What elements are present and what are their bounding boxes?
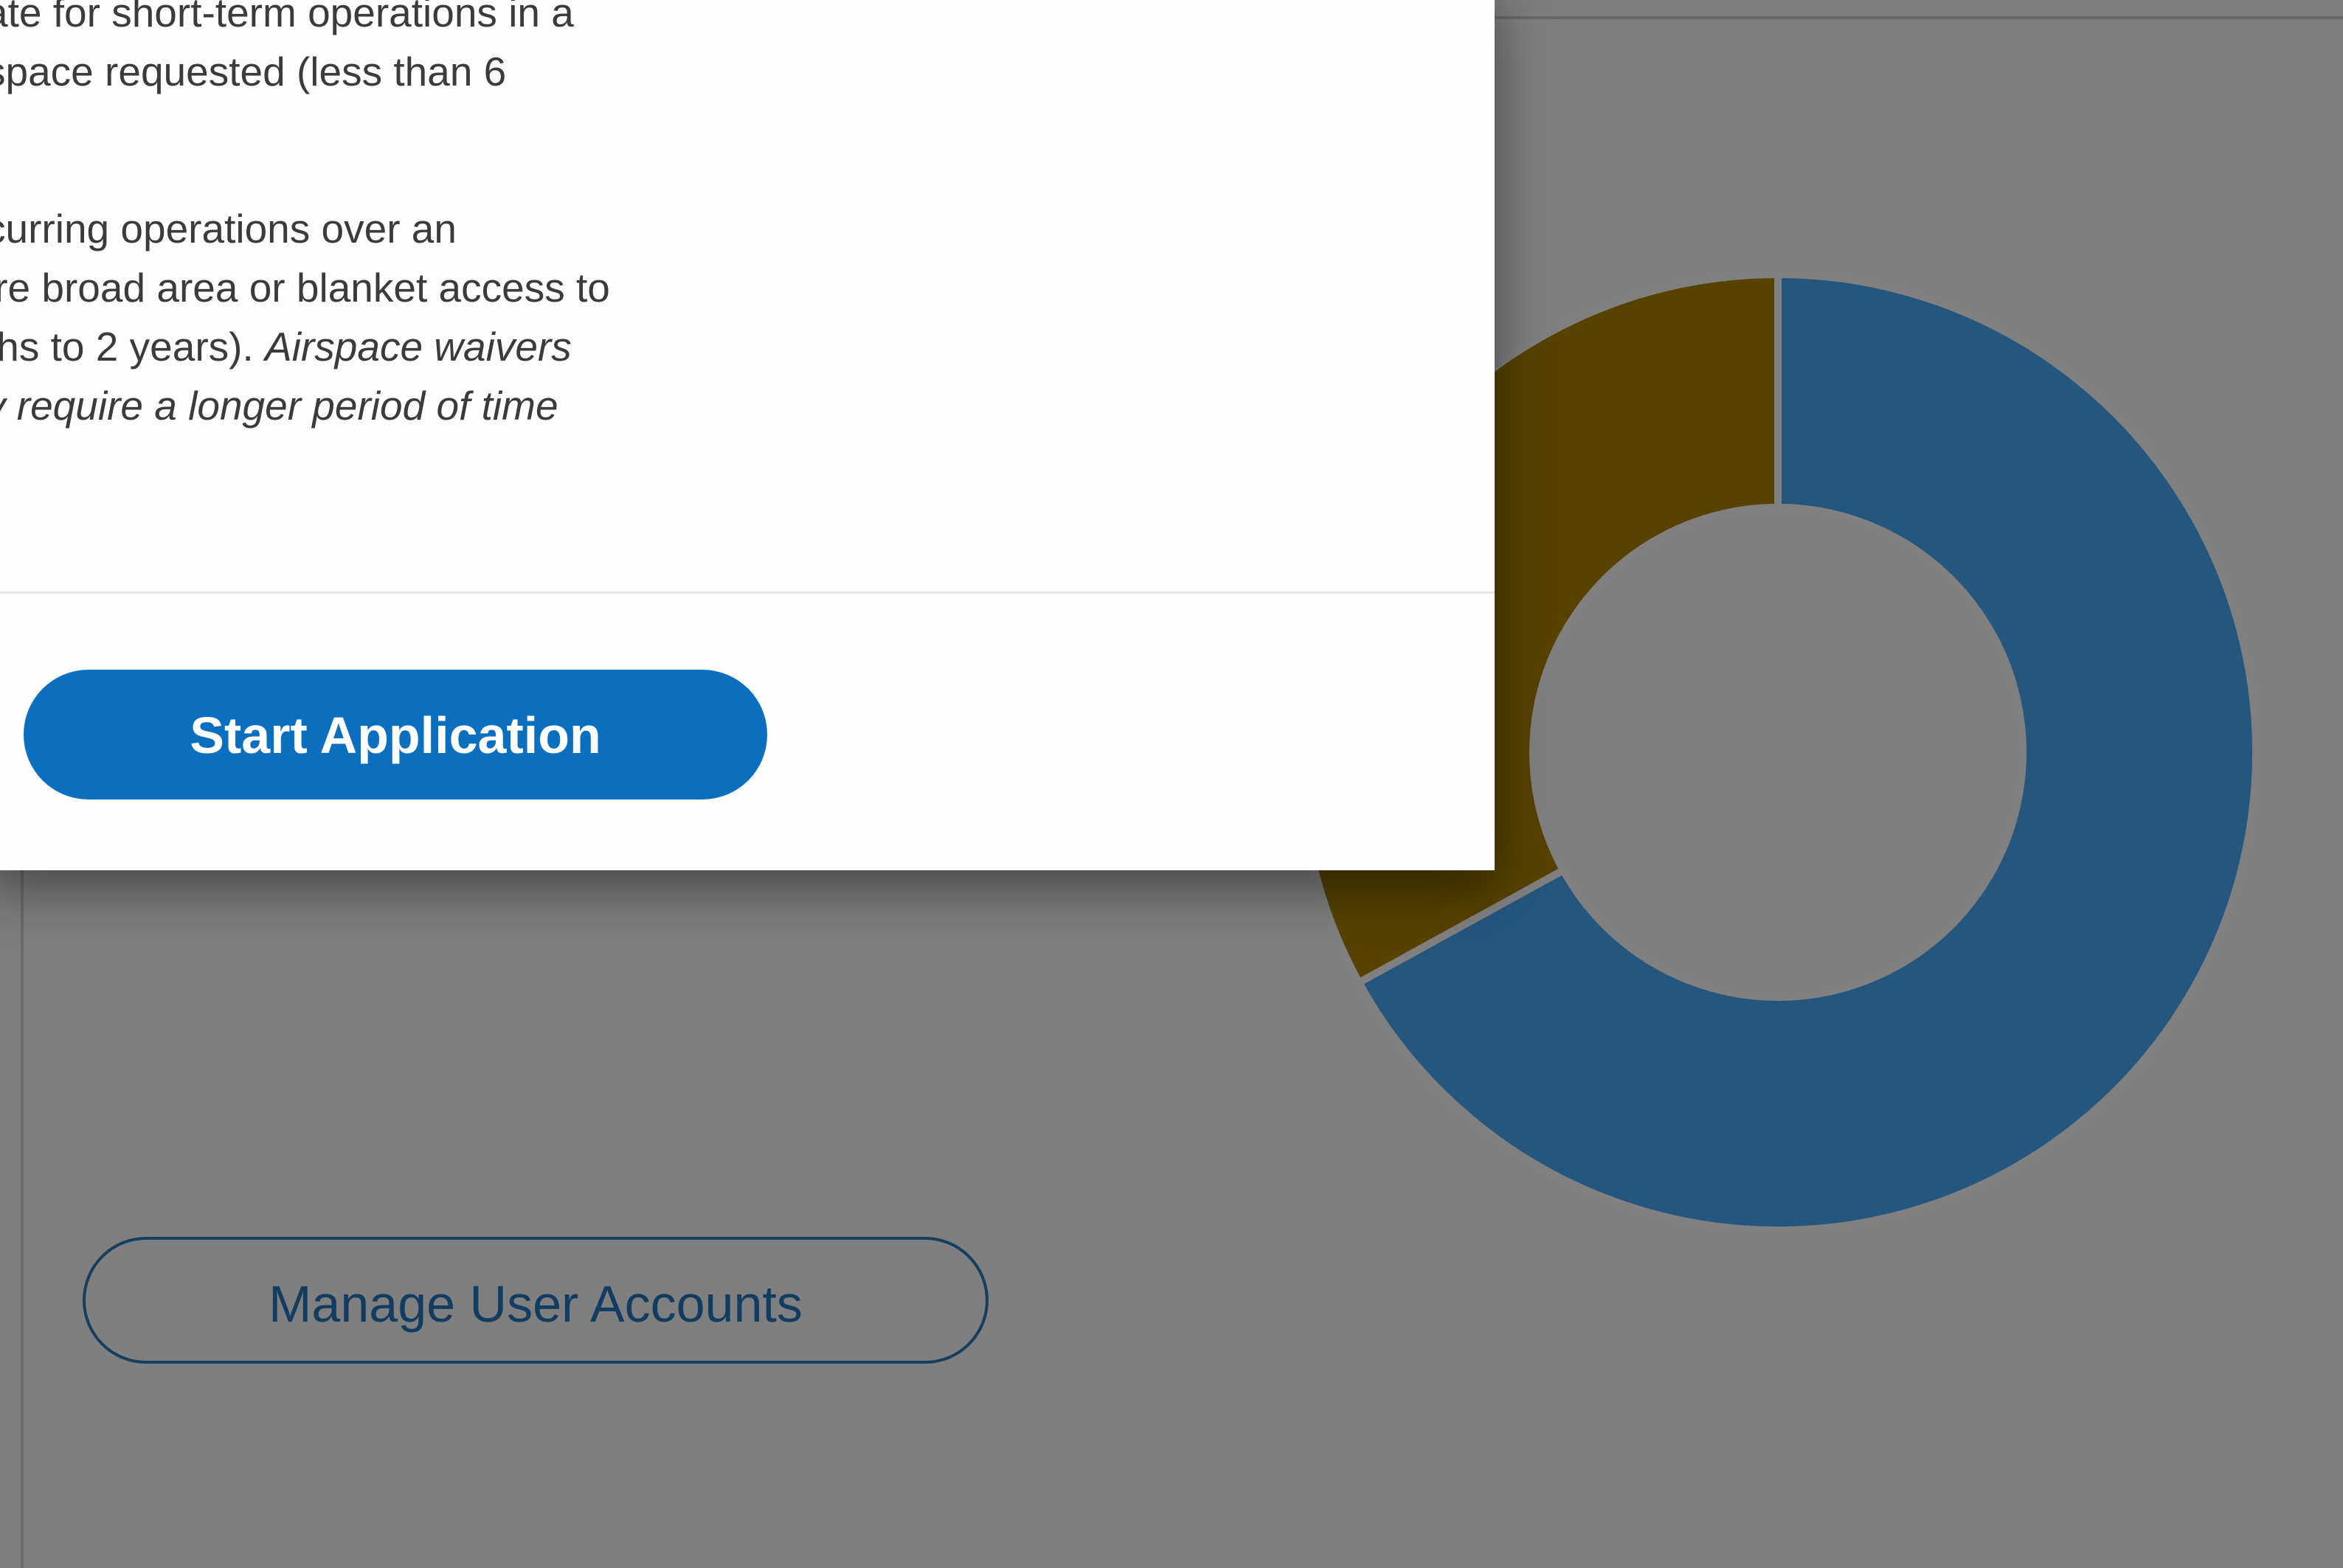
description-line: curring operations over an: [0, 206, 457, 251]
short-term-description: ate for short-term operations in a space…: [0, 0, 574, 101]
description-text: ths to 2 years).: [0, 324, 266, 370]
modal-body: ate for short-term operations in a space…: [0, 0, 1495, 592]
waiver-note: Airspace waivers: [265, 324, 572, 370]
description-line: ate for short-term operations in a: [0, 0, 574, 35]
description-line: space requested (less than 6: [0, 49, 507, 94]
description-line: ths to 2 years). Airspace waivers: [0, 317, 610, 376]
start-application-button[interactable]: Start Application: [24, 670, 767, 799]
application-modal: ate for short-term operations in a space…: [0, 0, 1495, 870]
recurring-description: curring operations over an ire broad are…: [0, 199, 610, 435]
description-line: y require a longer period of time: [0, 376, 610, 435]
donut-hole: [1536, 510, 2020, 994]
modal-footer-divider: [0, 592, 1495, 594]
description-line: ire broad area or blanket access to: [0, 265, 610, 311]
waiver-note: y require a longer period of time: [0, 383, 558, 429]
manage-user-accounts-button[interactable]: Manage User Accounts: [83, 1237, 989, 1364]
